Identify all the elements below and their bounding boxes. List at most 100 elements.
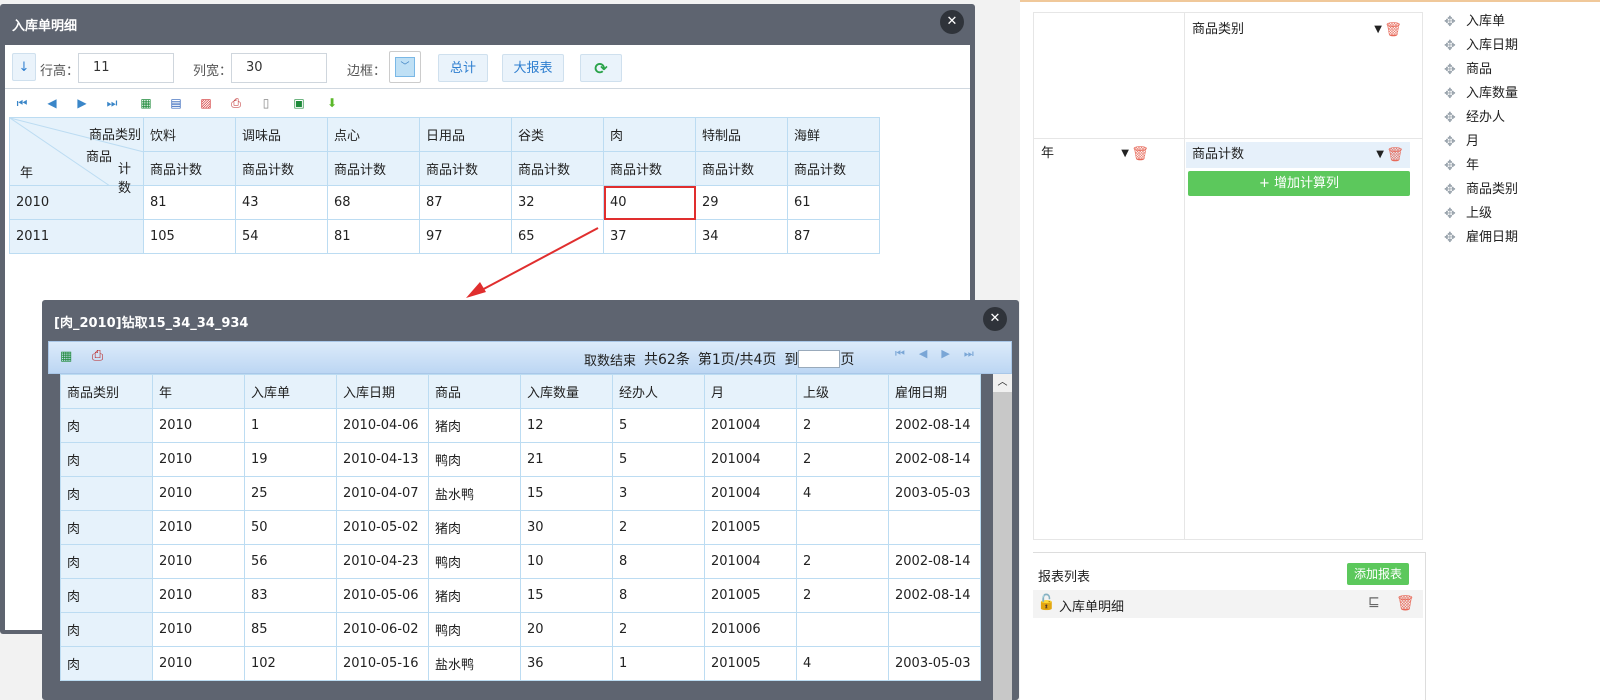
column-header[interactable]: 入库单 [244, 374, 337, 409]
column-header[interactable]: 商品类别 [60, 374, 153, 409]
column-field-chip[interactable]: 商品类别 ▼ 🗑 [1186, 17, 1408, 43]
edit-icon[interactable]: ⊑ [1368, 594, 1380, 610]
chevron-down-icon[interactable]: ▼ [1121, 141, 1129, 167]
next-page-icon[interactable]: ▶ [74, 95, 90, 111]
field-item[interactable]: ✥ 雇佣日期 [1444, 226, 1594, 250]
column-header[interactable]: 年 [152, 374, 245, 409]
column-header[interactable]: 入库日期 [336, 374, 429, 409]
measure-field-chip[interactable]: 商品计数 ▼ 🗑 [1186, 142, 1410, 168]
refresh-icon[interactable]: ⟳ [580, 54, 622, 82]
pivot-cell[interactable]: 81 [143, 185, 236, 220]
pdf-icon[interactable]: ▨ [198, 95, 214, 111]
pivot-cell[interactable]: 43 [235, 185, 328, 220]
move-icon[interactable]: ✥ [1444, 154, 1466, 178]
pivot-cell[interactable]: 32 [511, 185, 604, 220]
table-row[interactable]: 肉 2010 25 2010-04-07 盐水鸭 15 3 201004 4 2003-05-03 [60, 476, 981, 511]
total-button[interactable]: 总计 [438, 54, 488, 82]
trash-icon[interactable]: 🗑 [1386, 142, 1404, 168]
column-header[interactable]: 经办人 [612, 374, 705, 409]
field-item[interactable]: ✥ 年 [1444, 154, 1594, 178]
move-icon[interactable]: ✥ [1444, 58, 1466, 82]
trash-icon[interactable]: 🗑 [1384, 17, 1402, 43]
move-icon[interactable]: ✥ [1444, 178, 1466, 202]
move-icon[interactable]: ✥ [1444, 10, 1466, 34]
chevron-down-icon[interactable]: ▼ [1376, 142, 1384, 168]
pivot-cell[interactable]: 37 [603, 219, 696, 254]
print-icon[interactable]: ⎙ [92, 348, 103, 364]
add-report-button[interactable]: 添加报表 [1347, 563, 1409, 585]
download-icon[interactable]: ⬇ [324, 95, 340, 111]
trash-icon[interactable]: 🗑 [1131, 141, 1149, 167]
field-item[interactable]: ✥ 入库日期 [1444, 34, 1594, 58]
table-row[interactable]: 肉 2010 102 2010-05-16 盐水鸭 36 1 201005 4 2003-05-0… [60, 646, 981, 681]
pivot-cell[interactable]: 29 [695, 185, 788, 220]
word-icon[interactable]: ▤ [168, 95, 184, 111]
pivot-cell[interactable]: 61 [787, 185, 880, 220]
pivot-cell[interactable]: 34 [695, 219, 788, 254]
column-header[interactable]: 上级 [796, 374, 889, 409]
excel-icon[interactable]: ▦ [60, 349, 72, 364]
pivot-cell[interactable]: 97 [419, 219, 512, 254]
close-icon[interactable]: ✕ [940, 10, 964, 34]
field-item[interactable]: ✥ 月 [1444, 130, 1594, 154]
prev-page-icon[interactable]: ◀ [44, 95, 60, 111]
report-list-item[interactable]: 🔓 入库单明细 ⊑ 🗑 [1033, 590, 1423, 618]
last-page-icon[interactable]: ⏭ [964, 347, 974, 361]
table-row[interactable]: 肉 2010 19 2010-04-13 鸭肉 21 5 201004 2 2002-08-14 [60, 442, 981, 477]
trash-icon[interactable]: 🗑 [1396, 594, 1415, 612]
field-item[interactable]: ✥ 入库单 [1444, 10, 1594, 34]
move-icon[interactable]: ✥ [1444, 106, 1466, 130]
field-item[interactable]: ✥ 商品 [1444, 58, 1594, 82]
pivot-cell[interactable]: 65 [511, 219, 604, 254]
close-icon[interactable]: ✕ [983, 307, 1007, 331]
column-header[interactable]: 入库数量 [520, 374, 613, 409]
move-icon[interactable]: ✥ [1444, 202, 1466, 226]
chevron-up-icon[interactable]: ︿ [993, 374, 1012, 392]
last-page-icon[interactable]: ⏭ [104, 95, 120, 111]
table-row[interactable]: 肉 2010 50 2010-05-02 猪肉 30 2 201005 [60, 510, 981, 545]
big-report-button[interactable]: 大报表 [502, 54, 564, 82]
col-width-input[interactable]: 30 [231, 53, 327, 83]
excel-icon[interactable]: ▦ [138, 95, 154, 111]
table-cell: 2003-05-03 [888, 646, 981, 681]
column-header[interactable]: 雇佣日期 [888, 374, 981, 409]
field-item[interactable]: ✥ 入库数量 [1444, 82, 1594, 106]
move-icon[interactable]: ✥ [1444, 130, 1466, 154]
pivot-cell[interactable]: 105 [143, 219, 236, 254]
page-input[interactable] [798, 350, 841, 368]
text-file-icon[interactable]: ▯ [258, 95, 274, 111]
add-calc-column-button[interactable]: + 增加计算列 [1188, 171, 1410, 196]
print-icon[interactable]: ⎙ [228, 95, 244, 111]
first-page-icon[interactable]: ⏮ [14, 95, 30, 111]
pivot-cell[interactable]: 40 [603, 185, 696, 220]
csv-icon[interactable]: ▣ [288, 95, 310, 111]
column-header[interactable]: 商品 [428, 374, 521, 409]
prev-page-icon[interactable]: ◀ [919, 347, 927, 361]
table-cell: 2010 [152, 442, 245, 477]
pivot-cell[interactable]: 87 [419, 185, 512, 220]
arrow-down-icon[interactable]: ↓ [12, 53, 36, 81]
pivot-cell[interactable]: 81 [327, 219, 420, 254]
move-icon[interactable]: ✥ [1444, 226, 1466, 250]
table-row[interactable]: 肉 2010 83 2010-05-06 猪肉 15 8 201005 2 2002-08-14 [60, 578, 981, 613]
field-item[interactable]: ✥ 上级 [1444, 202, 1594, 226]
next-page-icon[interactable]: ▶ [941, 347, 949, 361]
table-row[interactable]: 肉 2010 85 2010-06-02 鸭肉 20 2 201006 [60, 612, 981, 647]
table-row[interactable]: 肉 2010 56 2010-04-23 鸭肉 10 8 201004 2 2002-08-14 [60, 544, 981, 579]
unlock-icon[interactable]: 🔓 [1037, 593, 1056, 611]
move-icon[interactable]: ✥ [1444, 82, 1466, 106]
first-page-icon[interactable]: ⏮ [895, 347, 905, 361]
column-header[interactable]: 月 [704, 374, 797, 409]
row-field-chip[interactable]: 年 ▼ 🗑 [1035, 141, 1155, 167]
chevron-down-icon[interactable]: ▼ [1374, 17, 1382, 43]
vertical-scrollbar[interactable]: ︿ [993, 374, 1012, 700]
border-select[interactable]: ﹀ [389, 51, 421, 83]
move-icon[interactable]: ✥ [1444, 34, 1466, 58]
row-height-input[interactable]: 11 [78, 53, 174, 83]
pivot-cell[interactable]: 68 [327, 185, 420, 220]
field-item[interactable]: ✥ 经办人 [1444, 106, 1594, 130]
pivot-cell[interactable]: 54 [235, 219, 328, 254]
field-item[interactable]: ✥ 商品类别 [1444, 178, 1594, 202]
table-row[interactable]: 肉 2010 1 2010-04-06 猪肉 12 5 201004 2 2002-08-14 [60, 408, 981, 443]
pivot-cell[interactable]: 87 [787, 219, 880, 254]
